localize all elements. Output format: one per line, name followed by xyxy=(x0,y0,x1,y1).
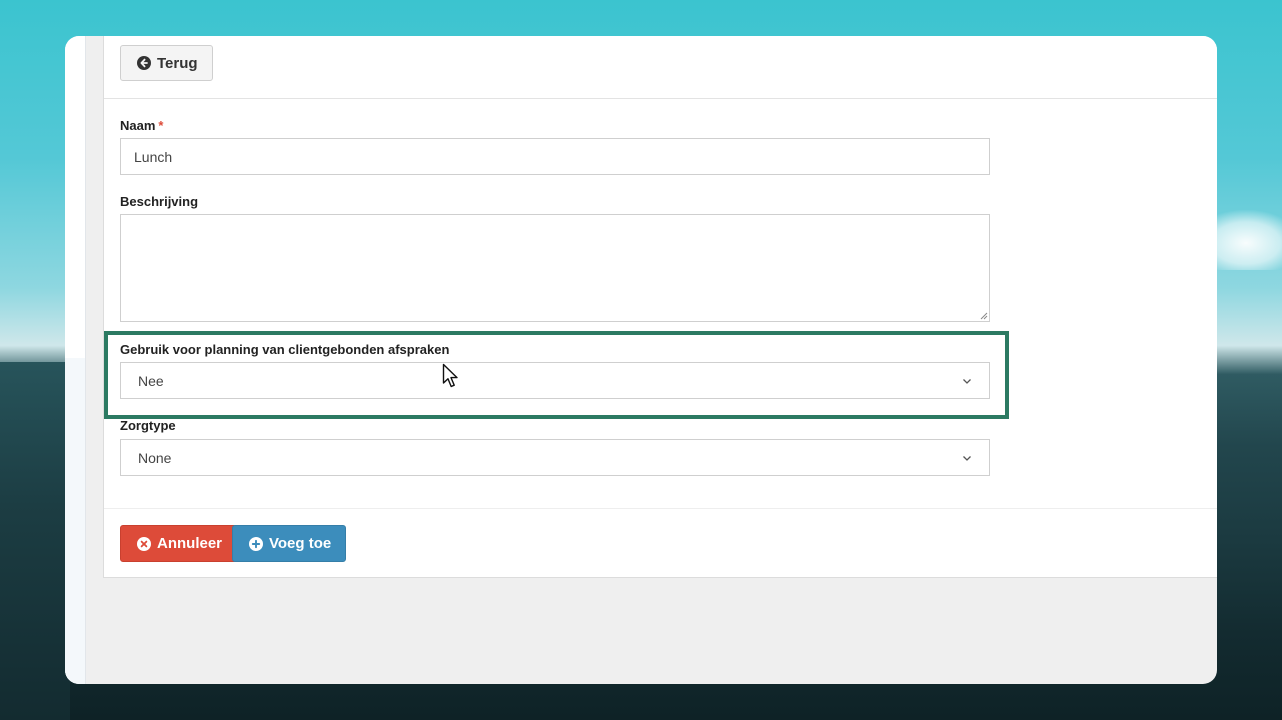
description-textarea[interactable] xyxy=(120,214,990,322)
add-button-label: Voeg toe xyxy=(269,535,332,552)
back-button-label: Terug xyxy=(157,54,198,72)
chevron-down-icon xyxy=(963,378,971,384)
form-panel: Terug Naam * Lunch Beschrijving Gebruik v… xyxy=(103,36,1217,578)
required-marker: * xyxy=(158,118,164,133)
panel-header: Terug xyxy=(104,36,1217,99)
name-input[interactable]: Lunch xyxy=(120,138,990,175)
care-type-select[interactable]: None xyxy=(120,439,990,476)
name-label: Naam * xyxy=(120,118,163,133)
plus-circle-icon xyxy=(249,536,263,551)
care-type-label: Zorgtype xyxy=(120,418,176,433)
app-window: Terug Naam * Lunch Beschrijving Gebruik v… xyxy=(65,36,1217,684)
name-label-text: Naam xyxy=(120,118,156,133)
cancel-button[interactable]: Annuleer xyxy=(120,525,238,562)
planning-select-value: Nee xyxy=(138,372,164,389)
planning-select[interactable]: Nee xyxy=(120,362,990,399)
cancel-button-label: Annuleer xyxy=(157,535,223,552)
planning-label: Gebruik voor planning van clientgebonden… xyxy=(120,342,450,357)
chevron-down-icon xyxy=(963,455,971,461)
description-label: Beschrijving xyxy=(120,194,199,209)
arrow-left-circle-icon xyxy=(137,56,151,70)
sidebar-lower xyxy=(65,358,85,684)
panel-footer: Annuleer Voeg toe xyxy=(104,508,1217,578)
sidebar xyxy=(65,36,86,684)
background-hills xyxy=(0,362,70,720)
resize-grip-icon[interactable] xyxy=(979,311,988,320)
back-button[interactable]: Terug xyxy=(120,45,213,81)
care-type-select-value: None xyxy=(138,449,172,466)
times-circle-icon xyxy=(137,536,151,551)
add-button[interactable]: Voeg toe xyxy=(232,525,347,562)
name-input-value: Lunch xyxy=(134,148,173,165)
